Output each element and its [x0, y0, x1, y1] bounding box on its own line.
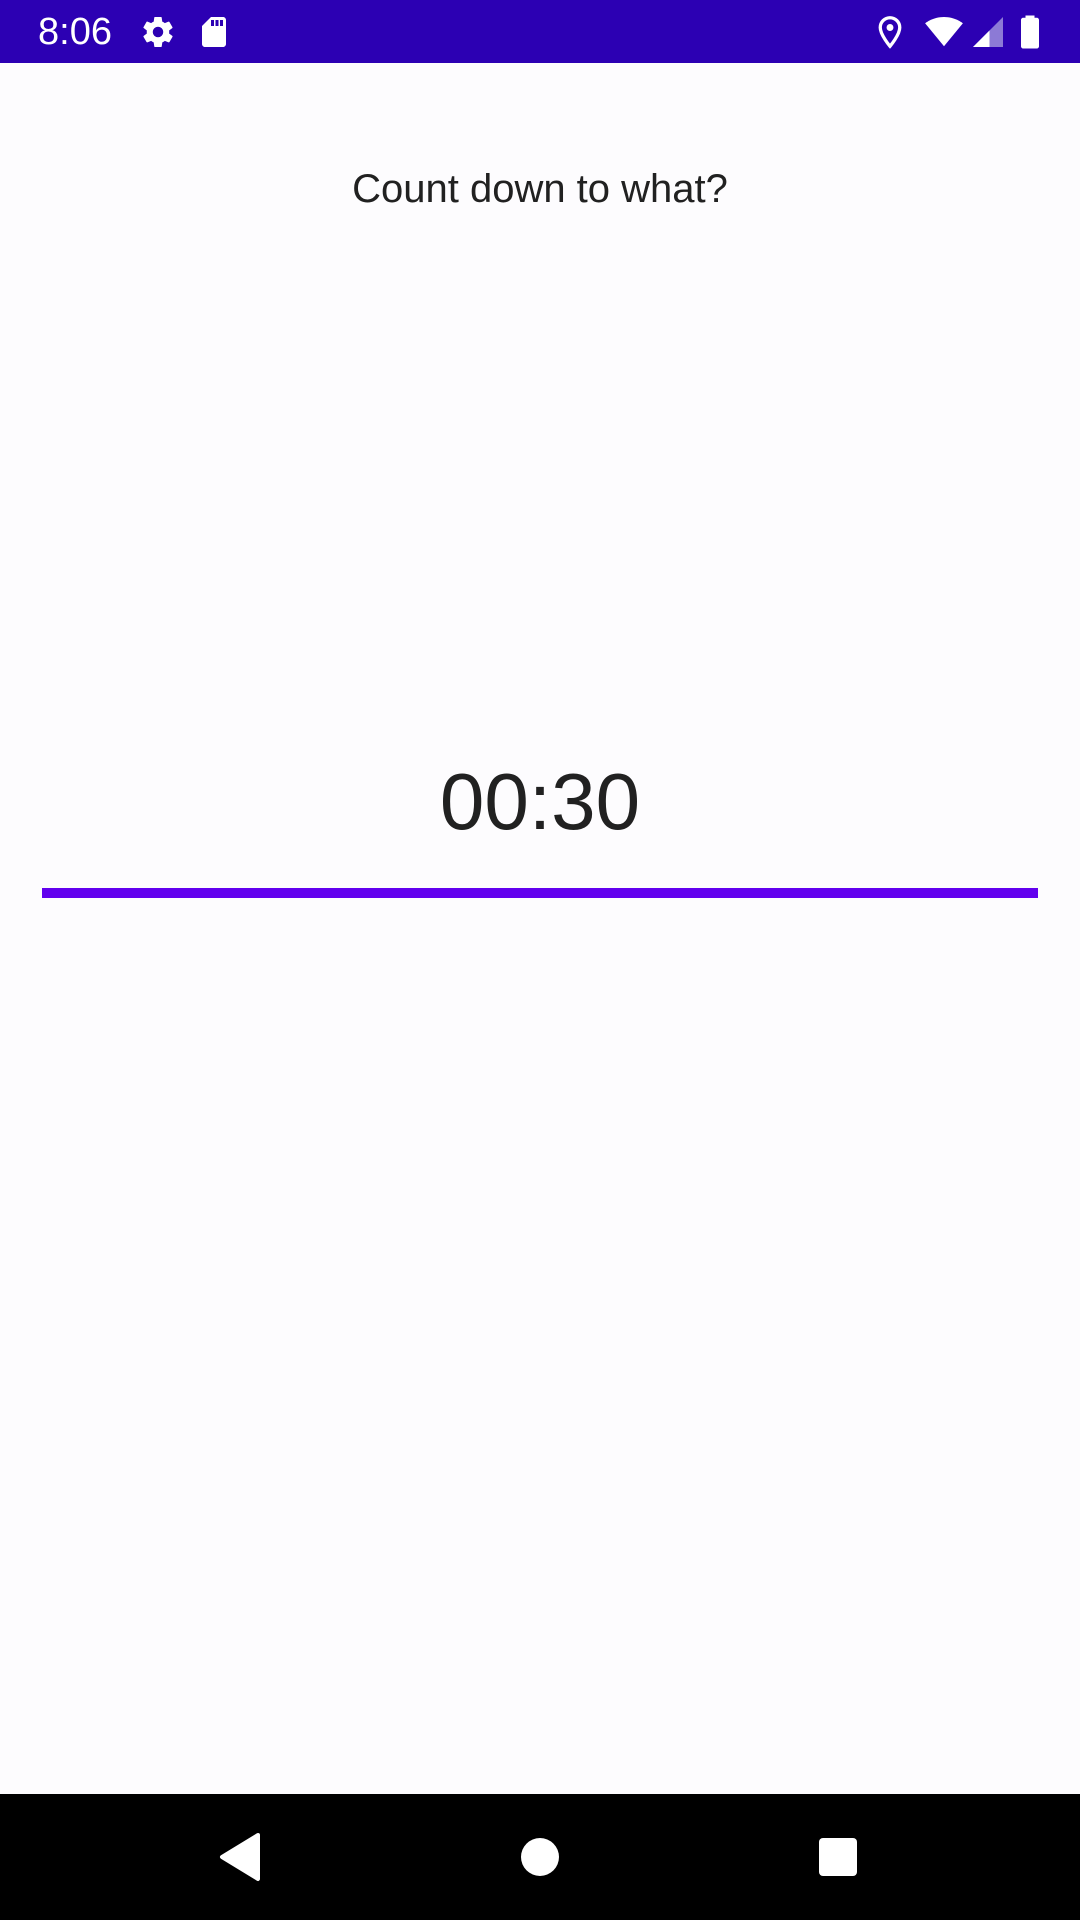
countdown-timer: 00:30 — [439, 757, 641, 846]
recents-icon[interactable] — [808, 1827, 868, 1887]
wifi-icon — [922, 14, 966, 50]
status-bar: 8:06 — [0, 0, 1080, 63]
countdown-prompt[interactable]: Count down to what? — [0, 162, 1080, 216]
settings-icon — [140, 14, 176, 50]
cell-signal-icon — [970, 14, 1006, 50]
sd-card-icon — [196, 14, 232, 50]
back-icon[interactable] — [210, 1827, 270, 1887]
battery-icon — [1016, 14, 1044, 50]
countdown-progress-fill — [42, 888, 1038, 898]
home-icon[interactable] — [510, 1827, 570, 1887]
location-icon — [872, 14, 908, 50]
screen: 8:06 Count down to what? 00:30 — [0, 0, 1080, 1920]
navigation-bar — [0, 1794, 1080, 1920]
countdown-progress-bar — [42, 888, 1038, 898]
status-time: 8:06 — [38, 11, 112, 53]
